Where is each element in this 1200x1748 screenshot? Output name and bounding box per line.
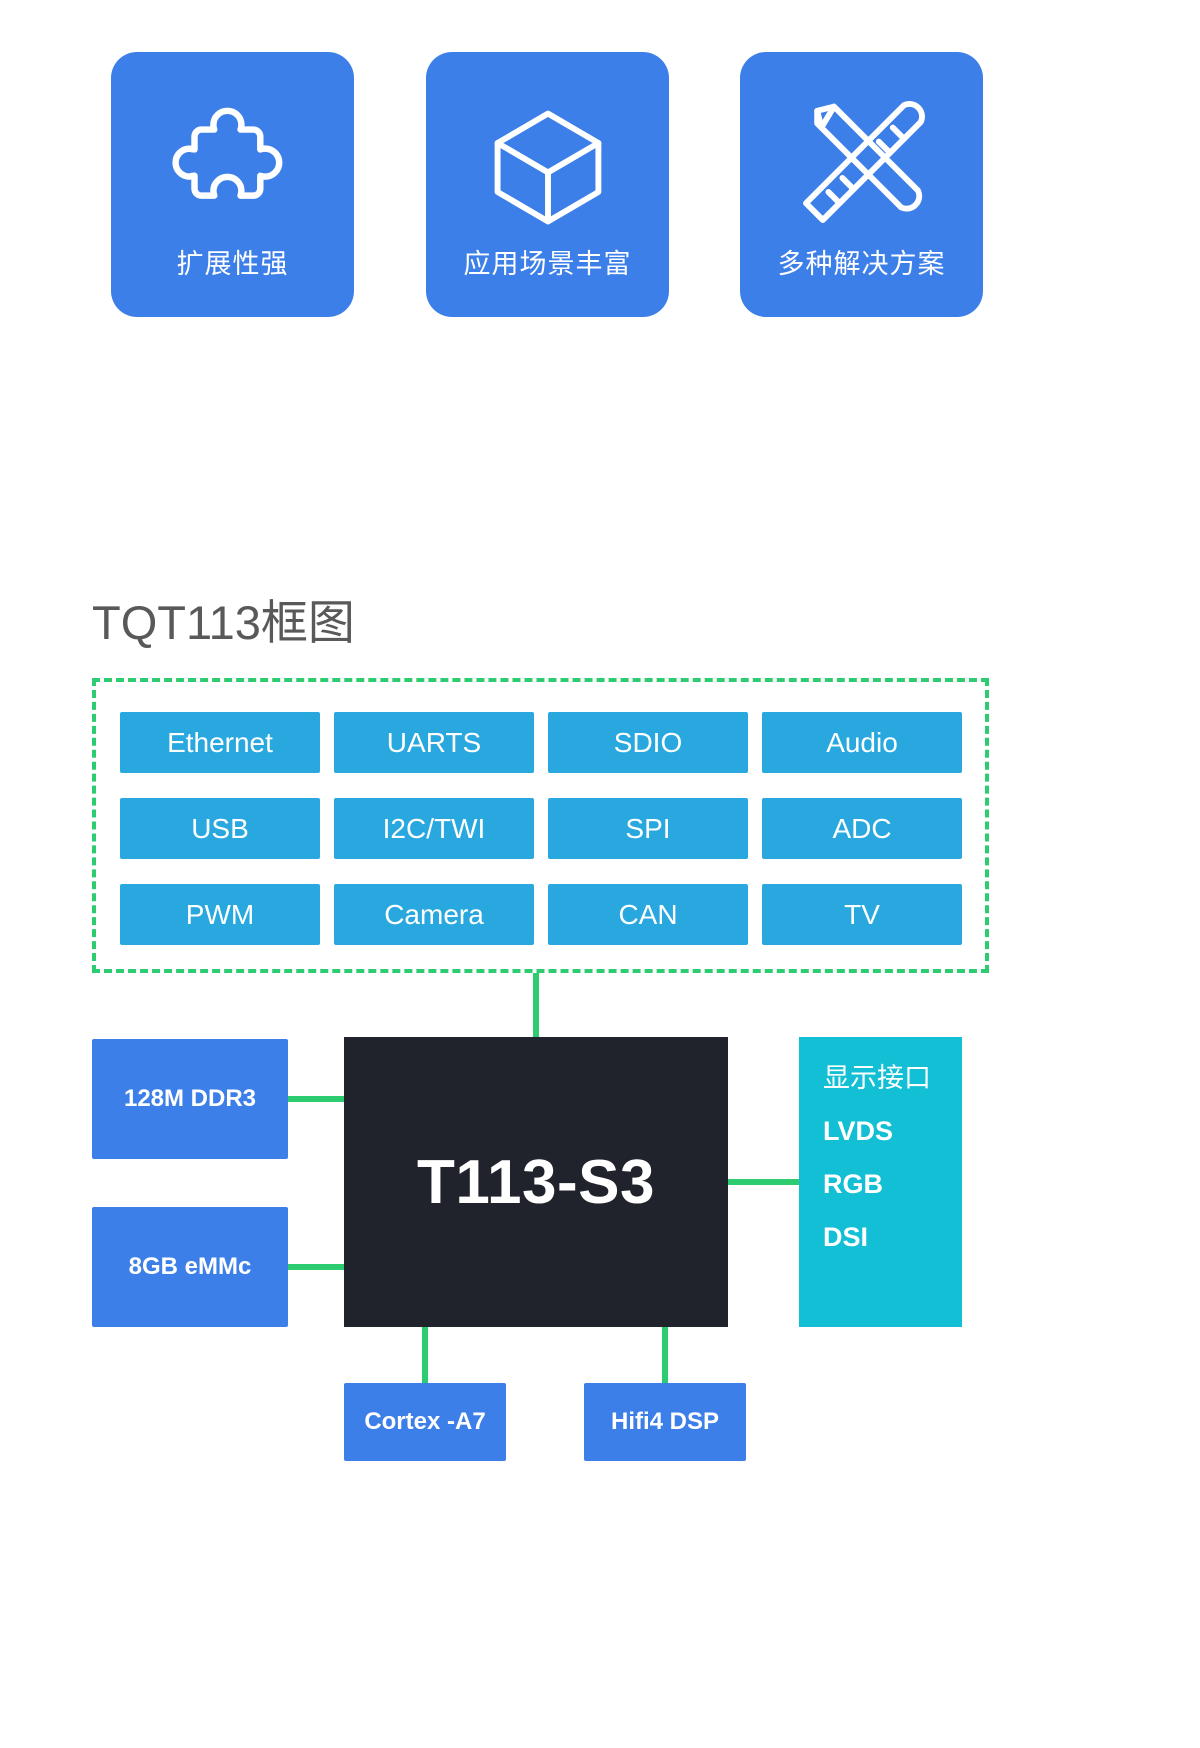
- display-interface-item: LVDS: [823, 1116, 894, 1146]
- peripheral-box[interactable]: SDIO: [548, 712, 748, 773]
- soc-chip-label: T113-S3: [417, 1147, 655, 1217]
- display-interface-box[interactable]: 显示接口 LVDS RGB DSI: [799, 1037, 962, 1327]
- connector-soc-to-display: [727, 1179, 801, 1185]
- connector-emmc-to-soc: [288, 1264, 346, 1270]
- feature-card-expandability[interactable]: 扩展性强: [111, 52, 354, 317]
- peripheral-group-dashed-border: Ethernet UARTS SDIO Audio USB I2C/TWI SP…: [92, 678, 989, 973]
- memory-box-emmc[interactable]: 8GB eMMc: [92, 1207, 288, 1327]
- peripheral-box[interactable]: SPI: [548, 798, 748, 859]
- peripheral-box[interactable]: CAN: [548, 884, 748, 945]
- memory-box-ddr3[interactable]: 128M DDR3: [92, 1039, 288, 1159]
- connector-peripherals-to-soc: [533, 973, 539, 1039]
- peripheral-box[interactable]: PWM: [120, 884, 320, 945]
- connector-soc-to-cpu: [422, 1325, 428, 1385]
- connector-ddr-to-soc: [288, 1096, 346, 1102]
- soc-chip-box[interactable]: T113-S3: [344, 1037, 728, 1327]
- display-interface-item: DSI: [823, 1222, 869, 1252]
- connector-soc-to-dsp: [662, 1325, 668, 1385]
- feature-card-label: 多种解决方案: [777, 249, 946, 279]
- feature-card-label: 应用场景丰富: [463, 249, 632, 279]
- feature-card-row: 扩展性强 应用场景丰富 多种解决方案: [0, 52, 1200, 320]
- peripheral-box[interactable]: TV: [762, 884, 962, 945]
- puzzle-piece-icon: [171, 107, 282, 199]
- peripheral-box[interactable]: USB: [120, 798, 320, 859]
- display-interface-item: RGB: [823, 1169, 883, 1199]
- peripheral-box[interactable]: Ethernet: [120, 712, 320, 773]
- peripheral-box[interactable]: ADC: [762, 798, 962, 859]
- cube-icon: [494, 110, 601, 225]
- peripheral-box[interactable]: Audio: [762, 712, 962, 773]
- display-interface-title: 显示接口: [823, 1063, 931, 1093]
- pencil-ruler-icon: [802, 101, 925, 223]
- feature-card-label: 扩展性强: [176, 249, 289, 279]
- feature-card-scenarios[interactable]: 应用场景丰富: [426, 52, 669, 317]
- processing-unit-hifi4-dsp[interactable]: Hifi4 DSP: [584, 1383, 746, 1461]
- core-diagram: 128M DDR3 8GB eMMc T113-S3 显示接口 LVDS RGB…: [0, 973, 1200, 1533]
- peripheral-box[interactable]: UARTS: [334, 712, 534, 773]
- peripheral-box[interactable]: Camera: [334, 884, 534, 945]
- processing-unit-cortex-a7[interactable]: Cortex -A7: [344, 1383, 506, 1461]
- peripheral-grid: Ethernet UARTS SDIO Audio USB I2C/TWI SP…: [120, 712, 968, 945]
- page-title: TQT113框图: [92, 596, 355, 649]
- feature-card-solutions[interactable]: 多种解决方案: [740, 52, 983, 317]
- peripheral-box[interactable]: I2C/TWI: [334, 798, 534, 859]
